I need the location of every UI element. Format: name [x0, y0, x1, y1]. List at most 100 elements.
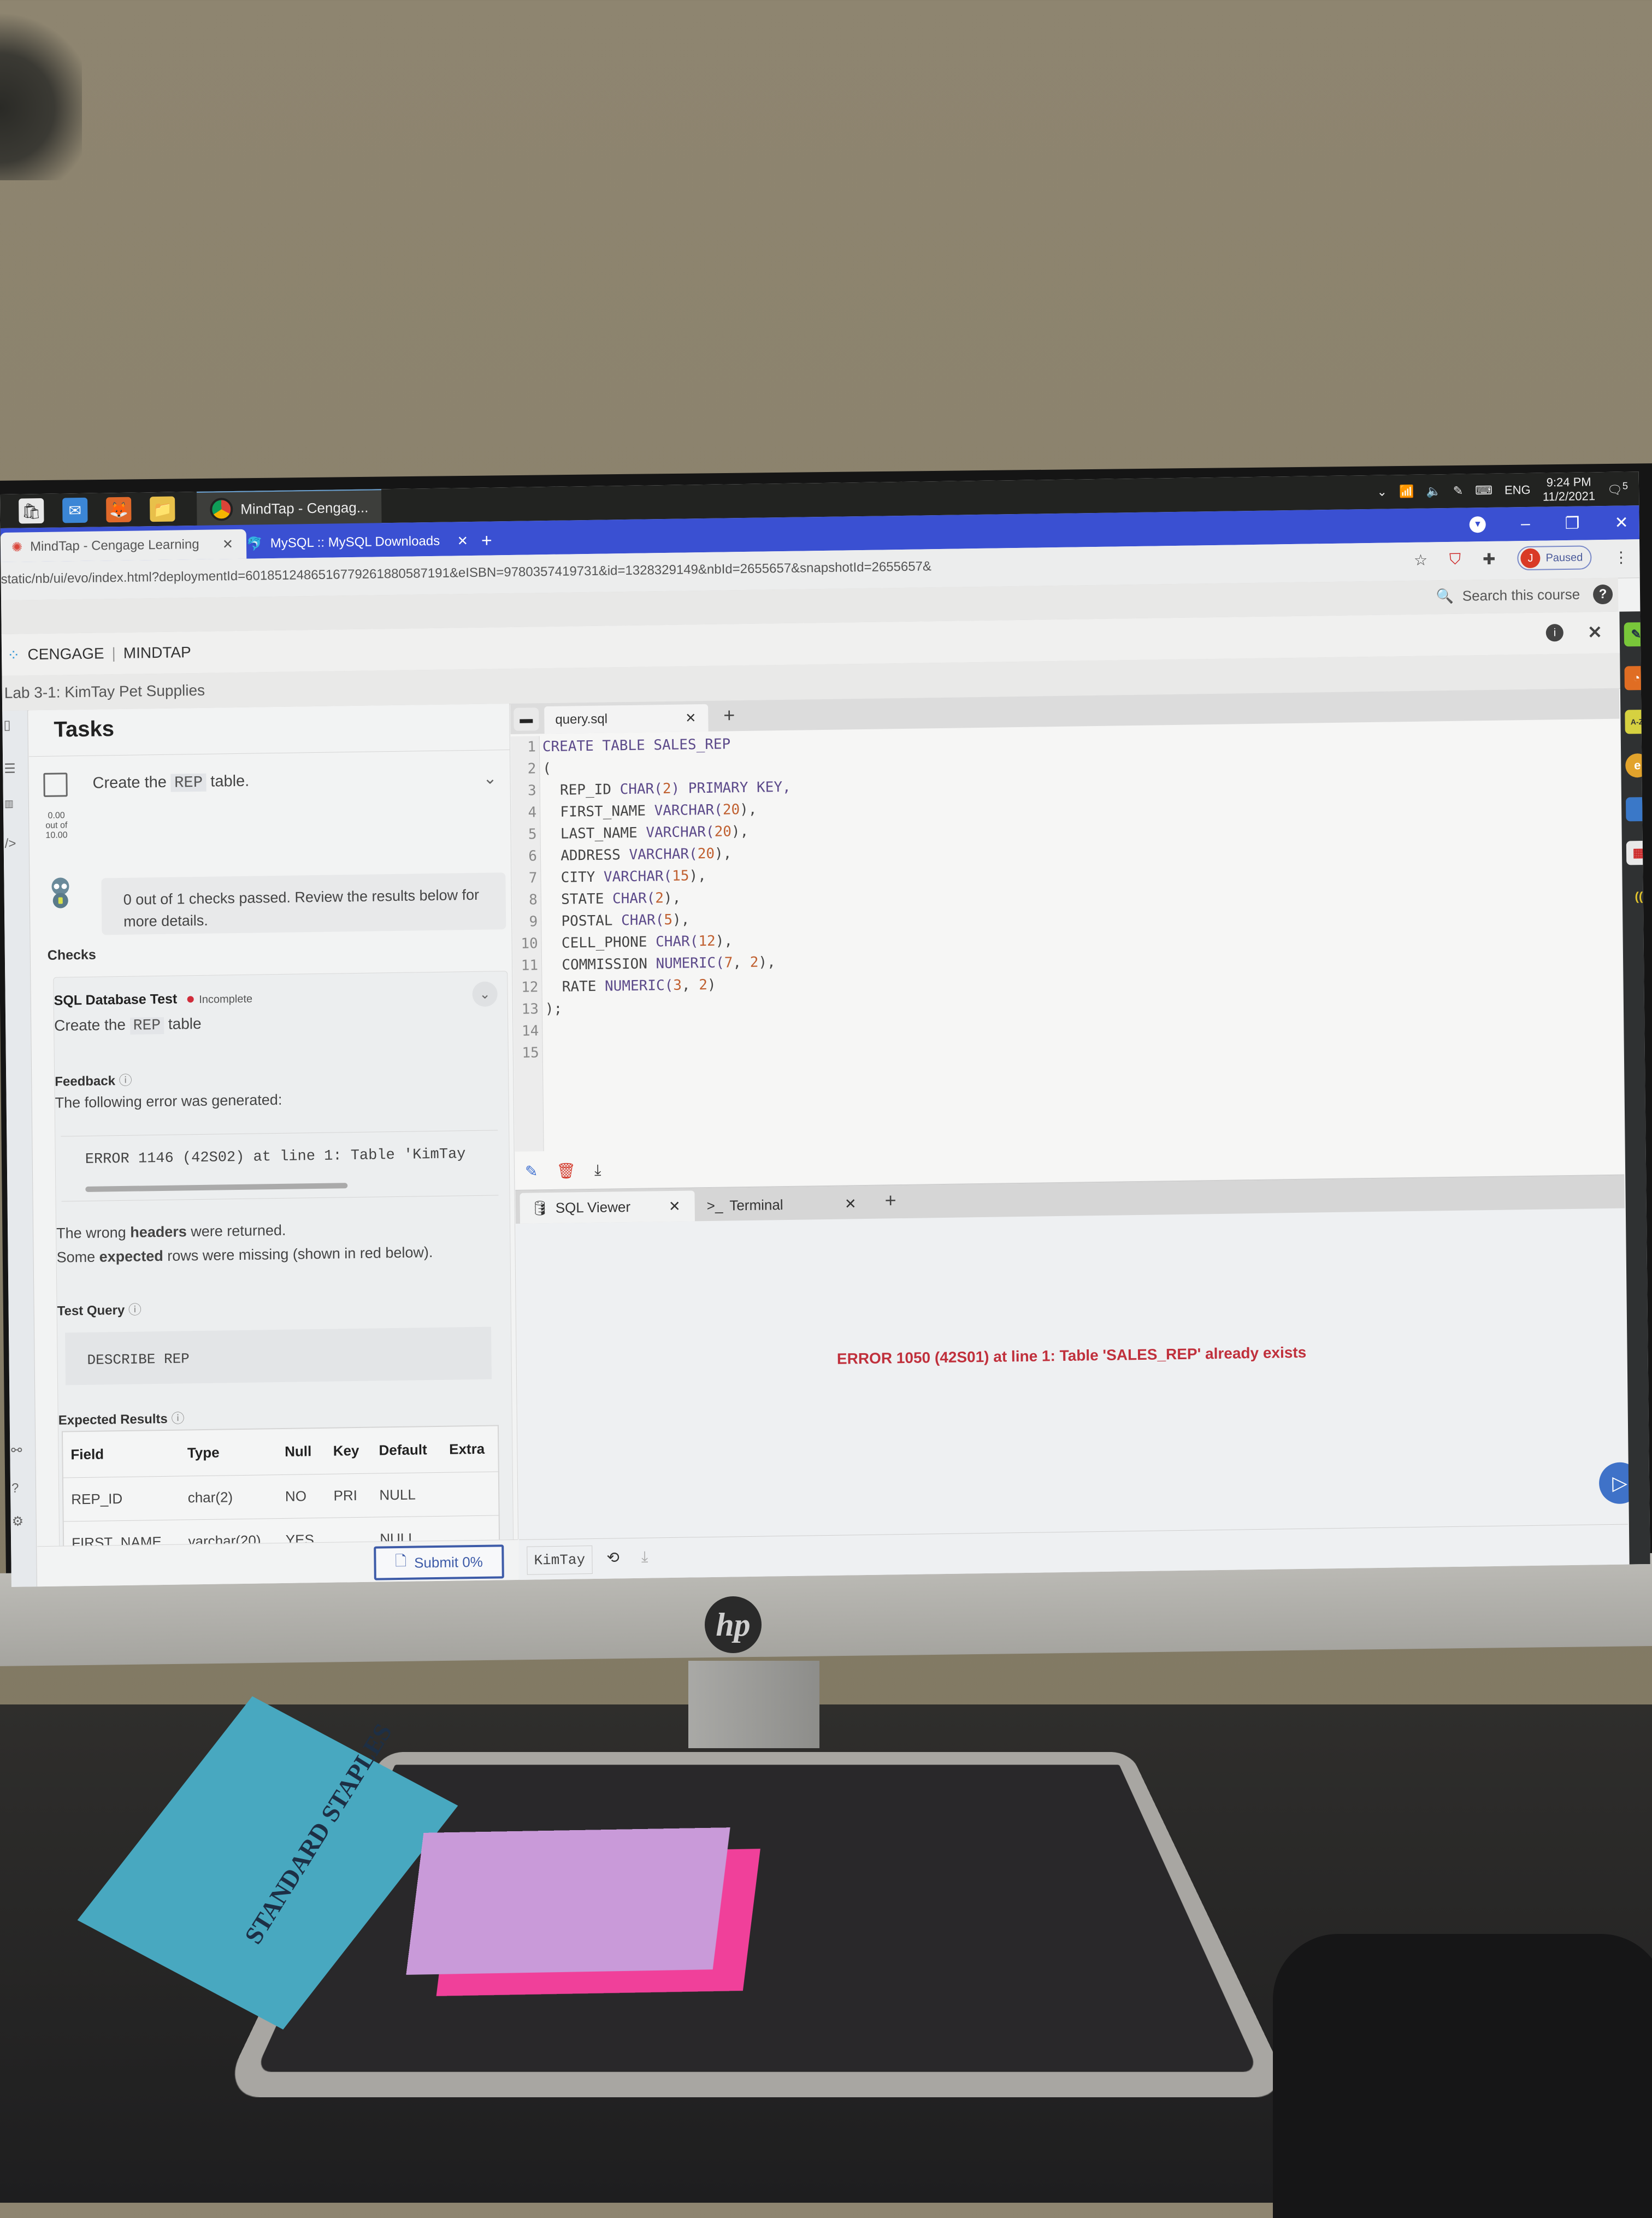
folder-icon[interactable]: ▬: [514, 707, 539, 731]
notification-count: 5: [1622, 480, 1629, 492]
code-line[interactable]: 10 CELL_PHONE CHAR(12),: [512, 930, 733, 955]
task-code: REP: [170, 773, 206, 792]
expected-results-heading: Expected Results ⓘ: [58, 1407, 185, 1428]
code-line[interactable]: 14: [514, 1020, 545, 1042]
msg-bold: headers: [130, 1223, 187, 1241]
course-search[interactable]: 🔍 Search this course: [1436, 586, 1580, 605]
notifications-icon[interactable]: 🗨5: [1607, 480, 1628, 498]
chevron-down-icon[interactable]: ⌄: [483, 769, 497, 788]
book-icon[interactable]: ▯: [3, 717, 11, 733]
keyboard-icon[interactable]: ⌨: [1475, 483, 1492, 498]
code-line[interactable]: 13);: [514, 998, 563, 1020]
download-icon[interactable]: ⤓: [594, 1161, 601, 1179]
help-icon[interactable]: ?: [1592, 584, 1613, 605]
pencil-icon[interactable]: ✎: [525, 1162, 538, 1180]
taskbar-chrome-app[interactable]: MindTap - Cengag...: [196, 488, 382, 527]
info-icon[interactable]: i: [1545, 624, 1564, 642]
minimize-icon[interactable]: –: [1521, 515, 1530, 533]
close-window-icon[interactable]: ✕: [1614, 513, 1629, 532]
line-number: 1: [527, 739, 536, 756]
line-number: 13: [521, 1001, 539, 1018]
file-explorer-icon[interactable]: 📁: [150, 496, 175, 522]
clock[interactable]: 9:24 PM 11/2/2021: [1542, 475, 1596, 504]
submit-button[interactable]: 🗋 Submit 0%: [374, 1544, 504, 1580]
table-cell: NO: [277, 1474, 327, 1519]
code-line[interactable]: 2(: [511, 758, 552, 780]
horizontal-scrollbar[interactable]: [85, 1183, 348, 1192]
download-icon[interactable]: ⤓: [641, 1548, 648, 1566]
wifi-icon[interactable]: 📶: [1399, 485, 1414, 499]
browser-tab-mindtap[interactable]: ✺ MindTap - Cengage Learning ✕: [0, 529, 247, 562]
code-line[interactable]: 15: [514, 1042, 546, 1064]
restore-icon[interactable]: ❐: [1565, 514, 1579, 533]
firefox-icon[interactable]: 🦊: [106, 497, 132, 523]
code-line[interactable]: 4 FIRST_NAME VARCHAR(20),: [511, 799, 757, 824]
list-icon[interactable]: ☰: [4, 761, 16, 777]
new-file-button[interactable]: +: [723, 704, 735, 727]
volume-icon[interactable]: 🔈: [1426, 484, 1441, 498]
clock-time: 9:24 PM: [1546, 475, 1591, 489]
code-token: ): [707, 976, 716, 994]
code-line[interactable]: 6 ADDRESS VARCHAR(20),: [512, 842, 732, 868]
code-line[interactable]: 12 RATE NUMERIC(3, 2): [513, 974, 716, 999]
code-line[interactable]: 1 CREATE TABLE SALES_REP: [511, 733, 731, 758]
code-token: CITY: [544, 869, 604, 887]
close-activity-icon[interactable]: ✕: [1588, 622, 1602, 642]
code-token: CHAR(: [612, 890, 656, 907]
code-line[interactable]: 5 LAST_NAME VARCHAR(20),: [511, 821, 749, 846]
close-tab-icon[interactable]: ✕: [222, 536, 233, 552]
code-token: ADDRESS: [543, 846, 629, 865]
tab-search-icon[interactable]: ▼: [1469, 516, 1486, 533]
new-output-tab-button[interactable]: +: [884, 1189, 896, 1212]
stats-icon[interactable]: ▥: [4, 798, 14, 810]
help-question-icon[interactable]: ⓘ: [171, 1411, 184, 1426]
close-tab-icon[interactable]: ✕: [685, 710, 696, 726]
store-icon[interactable]: 🛍: [19, 498, 44, 524]
code-line[interactable]: 7 CITY VARCHAR(15),: [512, 865, 706, 889]
tab-terminal[interactable]: >_ Terminal ✕: [695, 1188, 871, 1221]
url-field[interactable]: static/nb/ui/evo/index.html?deploymentId…: [1, 559, 931, 587]
code-line[interactable]: 9 POSTAL CHAR(5),: [512, 909, 690, 933]
table-header-row: Field Type Null Key Default Extra: [62, 1425, 499, 1478]
check-title-row: SQL Database Test Incomplete: [54, 990, 253, 1009]
share-icon[interactable]: ⚯: [11, 1443, 22, 1459]
task-checkbox[interactable]: [43, 772, 68, 797]
hp-logo-icon: hp: [705, 1596, 762, 1653]
profile-button[interactable]: J Paused: [1517, 545, 1592, 571]
close-tab-icon[interactable]: ✕: [845, 1195, 857, 1212]
task-item[interactable]: Create the REP table. ⌄ 0.00 out of 10.0…: [29, 750, 515, 1547]
tab-sql-viewer[interactable]: 🛢 SQL Viewer ✕: [520, 1190, 695, 1224]
code-icon[interactable]: />: [5, 836, 16, 852]
chevron-up-icon[interactable]: ⌄: [1377, 485, 1387, 499]
editor-tab-query-sql[interactable]: query.sql ✕: [544, 704, 709, 734]
mail-icon[interactable]: ✉: [62, 497, 88, 523]
close-tab-icon[interactable]: ✕: [457, 533, 468, 549]
settings-icon[interactable]: ⚙: [12, 1514, 24, 1530]
extension-shield-icon[interactable]: ⛉: [1449, 550, 1461, 568]
test-query-heading: Test Query ⓘ: [57, 1299, 142, 1319]
browser-menu-icon[interactable]: ⋮: [1613, 548, 1629, 566]
extensions-puzzle-icon[interactable]: ✚: [1483, 550, 1496, 568]
browser-tab-mysql[interactable]: 🐬 MySQL :: MySQL Downloads ✕: [235, 526, 482, 559]
document-icon: 🗋: [394, 1552, 407, 1570]
database-selector[interactable]: KimTay: [527, 1545, 593, 1575]
close-tab-icon[interactable]: ✕: [669, 1198, 681, 1214]
code-token: VARCHAR(: [629, 846, 698, 863]
pen-icon[interactable]: ✎: [1453, 484, 1464, 498]
trash-icon[interactable]: 🗑: [556, 1161, 576, 1179]
expected-results-label: Expected Results: [58, 1411, 168, 1428]
new-tab-button[interactable]: +: [470, 526, 503, 556]
expand-check-button[interactable]: ⌄: [472, 981, 498, 1007]
code-token: 2: [750, 954, 759, 971]
check-description: Create the REP table: [54, 1015, 202, 1036]
code-line[interactable]: 11 COMMISSION NUMERIC(7, 2),: [513, 951, 776, 977]
help-question-icon[interactable]: ⓘ: [119, 1073, 132, 1088]
bookmark-star-icon[interactable]: ☆: [1414, 551, 1427, 569]
language-indicator[interactable]: ENG: [1504, 483, 1531, 498]
code-area[interactable]: 1 CREATE TABLE SALES_REP 2(3 REP_ID CHAR(2…: [510, 721, 1624, 1152]
table-cell: FIRST_NAME: [63, 1520, 181, 1547]
help-question-icon[interactable]: ⓘ: [128, 1303, 141, 1318]
history-icon[interactable]: ⟲: [606, 1548, 620, 1566]
code-line[interactable]: 8 STATE CHAR(2),: [512, 887, 681, 911]
help-circle-icon[interactable]: ?: [11, 1481, 19, 1496]
